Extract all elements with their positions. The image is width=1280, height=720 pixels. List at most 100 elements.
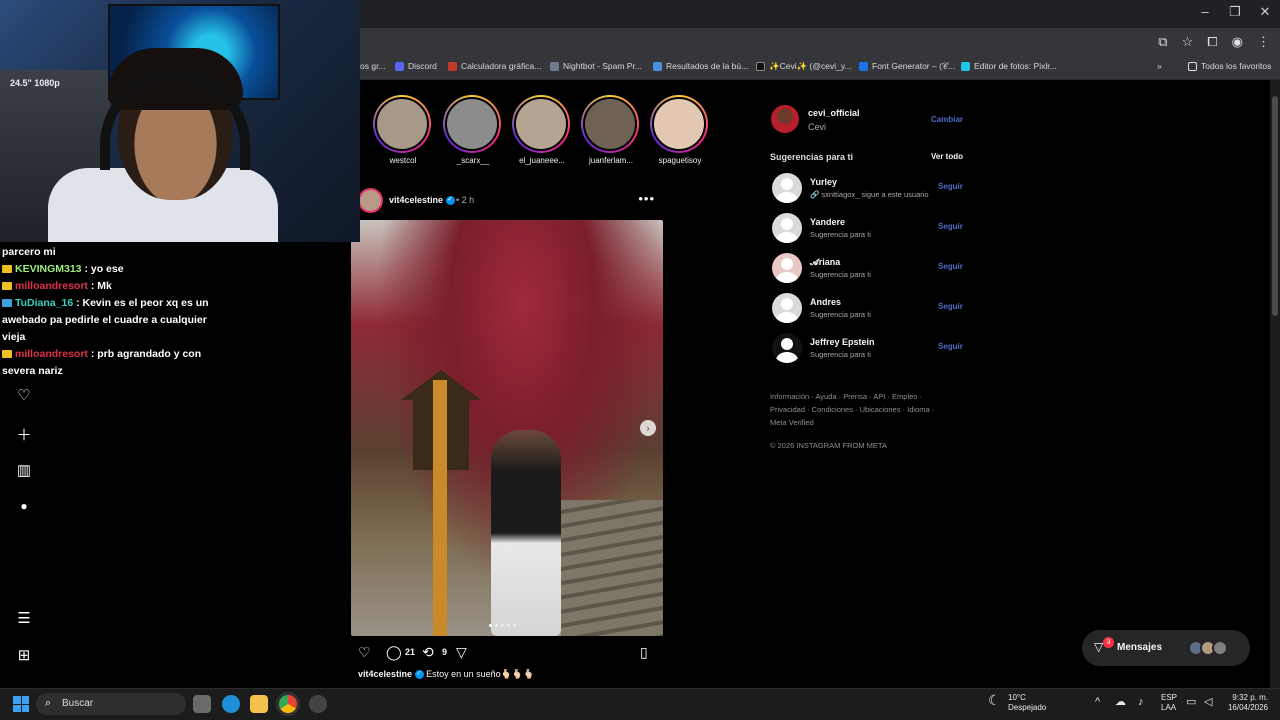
bookmark[interactable]: Font Generator – (𝒞... [859, 61, 955, 72]
more-options-icon[interactable]: ••• [638, 191, 655, 206]
tray-chevron-icon[interactable]: ^ [1095, 697, 1100, 708]
switch-account-button[interactable]: Cambiar [931, 115, 963, 124]
toolbar-icons: ⧉ ☆ ⧠ ◉ ⋮ [1158, 34, 1270, 50]
copyright: © 2026 INSTAGRAM FROM META [770, 441, 887, 450]
avatar[interactable] [772, 333, 802, 363]
network-icon[interactable]: ▭ [1186, 697, 1196, 708]
story-item[interactable]: juanferlam... [581, 95, 641, 165]
avatar[interactable] [772, 213, 802, 243]
close-icon[interactable]: ✕ [1250, 4, 1280, 20]
story-avatar [443, 95, 501, 153]
facebook-icon [859, 62, 868, 71]
suggestion-username[interactable]: 𝓐riana [810, 257, 840, 268]
footer-links[interactable]: Meta Verified [770, 418, 814, 427]
volume-icon[interactable]: ◁ [1204, 697, 1212, 708]
bookmark[interactable]: ✨Cevi✨ (@cevi_y... [756, 61, 852, 72]
my-avatar[interactable] [769, 103, 801, 135]
post-username[interactable]: vit4celestine ✓ [389, 195, 455, 206]
task-view-icon[interactable] [193, 695, 211, 713]
story-item[interactable]: el_juaneee... [512, 95, 572, 165]
nightbot-icon [550, 61, 559, 71]
clock[interactable]: 9:32 p. m. 16/04/2026 [1224, 693, 1268, 713]
suggestion-username[interactable]: Andres [810, 297, 841, 307]
create-icon[interactable]: ＋ [14, 424, 34, 444]
follow-button[interactable]: Seguir [938, 182, 963, 191]
suggestion-username[interactable]: Jeffrey Epstein [810, 337, 875, 347]
suggestion-item: Yandere Sugerencia para ti Seguir [772, 213, 967, 243]
profile-icon[interactable]: ◉ [1232, 34, 1243, 50]
dashboard-icon[interactable]: ▥ [14, 461, 34, 481]
chrome-icon[interactable] [279, 695, 297, 713]
footer-links[interactable]: Información · Ayuda · Prensa · API · Emp… [770, 392, 922, 401]
follow-button[interactable]: Seguir [938, 342, 963, 351]
story-item[interactable]: spaguetisoy [650, 95, 710, 165]
notifications-icon[interactable]: ♡ [14, 386, 34, 406]
taskbar-search[interactable]: ⌕ Buscar [36, 693, 186, 715]
suggestion-reason: Sugerencia para ti [810, 230, 871, 239]
avatar[interactable] [772, 173, 802, 203]
suggestion-item: 𝓐riana Sugerencia para ti Seguir [772, 253, 967, 283]
suggestion-item: Andres Sugerencia para ti Seguir [772, 293, 967, 323]
bookmark[interactable]: Discord [395, 61, 437, 71]
post-avatar[interactable] [358, 188, 383, 213]
star-icon[interactable]: ☆ [1182, 34, 1194, 50]
all-favorites[interactable]: Todos los favoritos [1188, 61, 1271, 71]
avatar[interactable] [772, 253, 802, 283]
my-fullname: Cevi [808, 122, 827, 132]
edge-icon[interactable] [222, 695, 240, 713]
cast-icon[interactable]: ⧉ [1158, 34, 1167, 50]
bookmark[interactable]: os gr... [360, 61, 386, 71]
suggestion-item: Jeffrey Epstein Sugerencia para ti Seguir [772, 333, 967, 363]
repost-icon[interactable]: ⟲ [422, 644, 434, 661]
post-image[interactable]: › [351, 220, 663, 636]
suggestion-username[interactable]: Yurley [810, 177, 837, 187]
comment-icon[interactable]: ◯ [386, 644, 402, 661]
suggestion-reason: 🔗 sxnttiagox_ sigue a este usuario [810, 190, 929, 199]
bookmark[interactable]: Editor de fotos: Pixlr... [961, 61, 1057, 71]
bookmarks-more[interactable]: » [1157, 61, 1162, 71]
obs-icon[interactable] [309, 695, 327, 713]
carousel-next-icon[interactable]: › [640, 420, 656, 436]
windows-start-icon[interactable] [13, 696, 29, 712]
caption-username[interactable]: vit4celestine [358, 669, 412, 679]
follow-button[interactable]: Seguir [938, 262, 963, 271]
maximize-icon[interactable]: ❐ [1220, 4, 1250, 20]
menu-icon[interactable]: ⋮ [1257, 34, 1270, 50]
suggestion-username[interactable]: Yandere [810, 217, 845, 227]
bookmark[interactable]: Calculadora gráfica... [448, 61, 541, 71]
story-item[interactable]: westcol [373, 95, 433, 165]
threads-icon[interactable]: ⊞ [14, 646, 34, 666]
message-avatars [1188, 640, 1228, 656]
comment-count: 21 [405, 647, 416, 657]
post-actions: ♡ ◯ 21 ⟲ 9 ▽ ▯ [358, 644, 663, 662]
share-icon[interactable]: ▽ [456, 644, 467, 661]
scrollbar-thumb[interactable] [1272, 96, 1278, 316]
story-avatar [650, 95, 708, 153]
like-icon[interactable]: ♡ [358, 644, 371, 661]
menu-icon[interactable]: ☰ [14, 609, 34, 629]
follow-button[interactable]: Seguir [938, 222, 963, 231]
caption-text: Estoy en un sueño🫰🏻🫰🏻🫰🏻 [426, 669, 535, 679]
story-item[interactable]: _scarx__ [443, 95, 503, 165]
suggestion-reason: Sugerencia para ti [810, 350, 871, 359]
messages-button[interactable]: ▽ 3 Mensajes [1082, 630, 1250, 666]
save-icon[interactable]: ▯ [640, 644, 648, 661]
extensions-icon[interactable]: ⧠ [1207, 34, 1217, 50]
see-all-button[interactable]: Ver todo [931, 152, 963, 161]
file-explorer-icon[interactable] [250, 695, 268, 713]
footer-links[interactable]: Privacidad · Condiciones · Ubicaciones ·… [770, 405, 934, 414]
bookmark[interactable]: Resultados de la bú... [653, 61, 748, 71]
my-username[interactable]: cevi_official [808, 108, 860, 118]
image-post [433, 380, 447, 636]
microphone-icon[interactable]: ♪ [1138, 697, 1144, 708]
bookmark[interactable]: Nightbot - Spam Pr... [550, 61, 642, 71]
chat-username: milloandresort [15, 280, 88, 292]
language-indicator[interactable]: ESP LAA [1161, 693, 1177, 713]
minimize-icon[interactable]: – [1190, 4, 1220, 19]
messenger-icon: ▽ [1094, 640, 1104, 654]
profile-avatar-icon[interactable]: ● [14, 499, 34, 519]
weather-widget[interactable]: 10°C Despejado [1008, 693, 1046, 713]
cloud-icon[interactable]: ☁ [1115, 697, 1126, 708]
follow-button[interactable]: Seguir [938, 302, 963, 311]
avatar[interactable] [772, 293, 802, 323]
